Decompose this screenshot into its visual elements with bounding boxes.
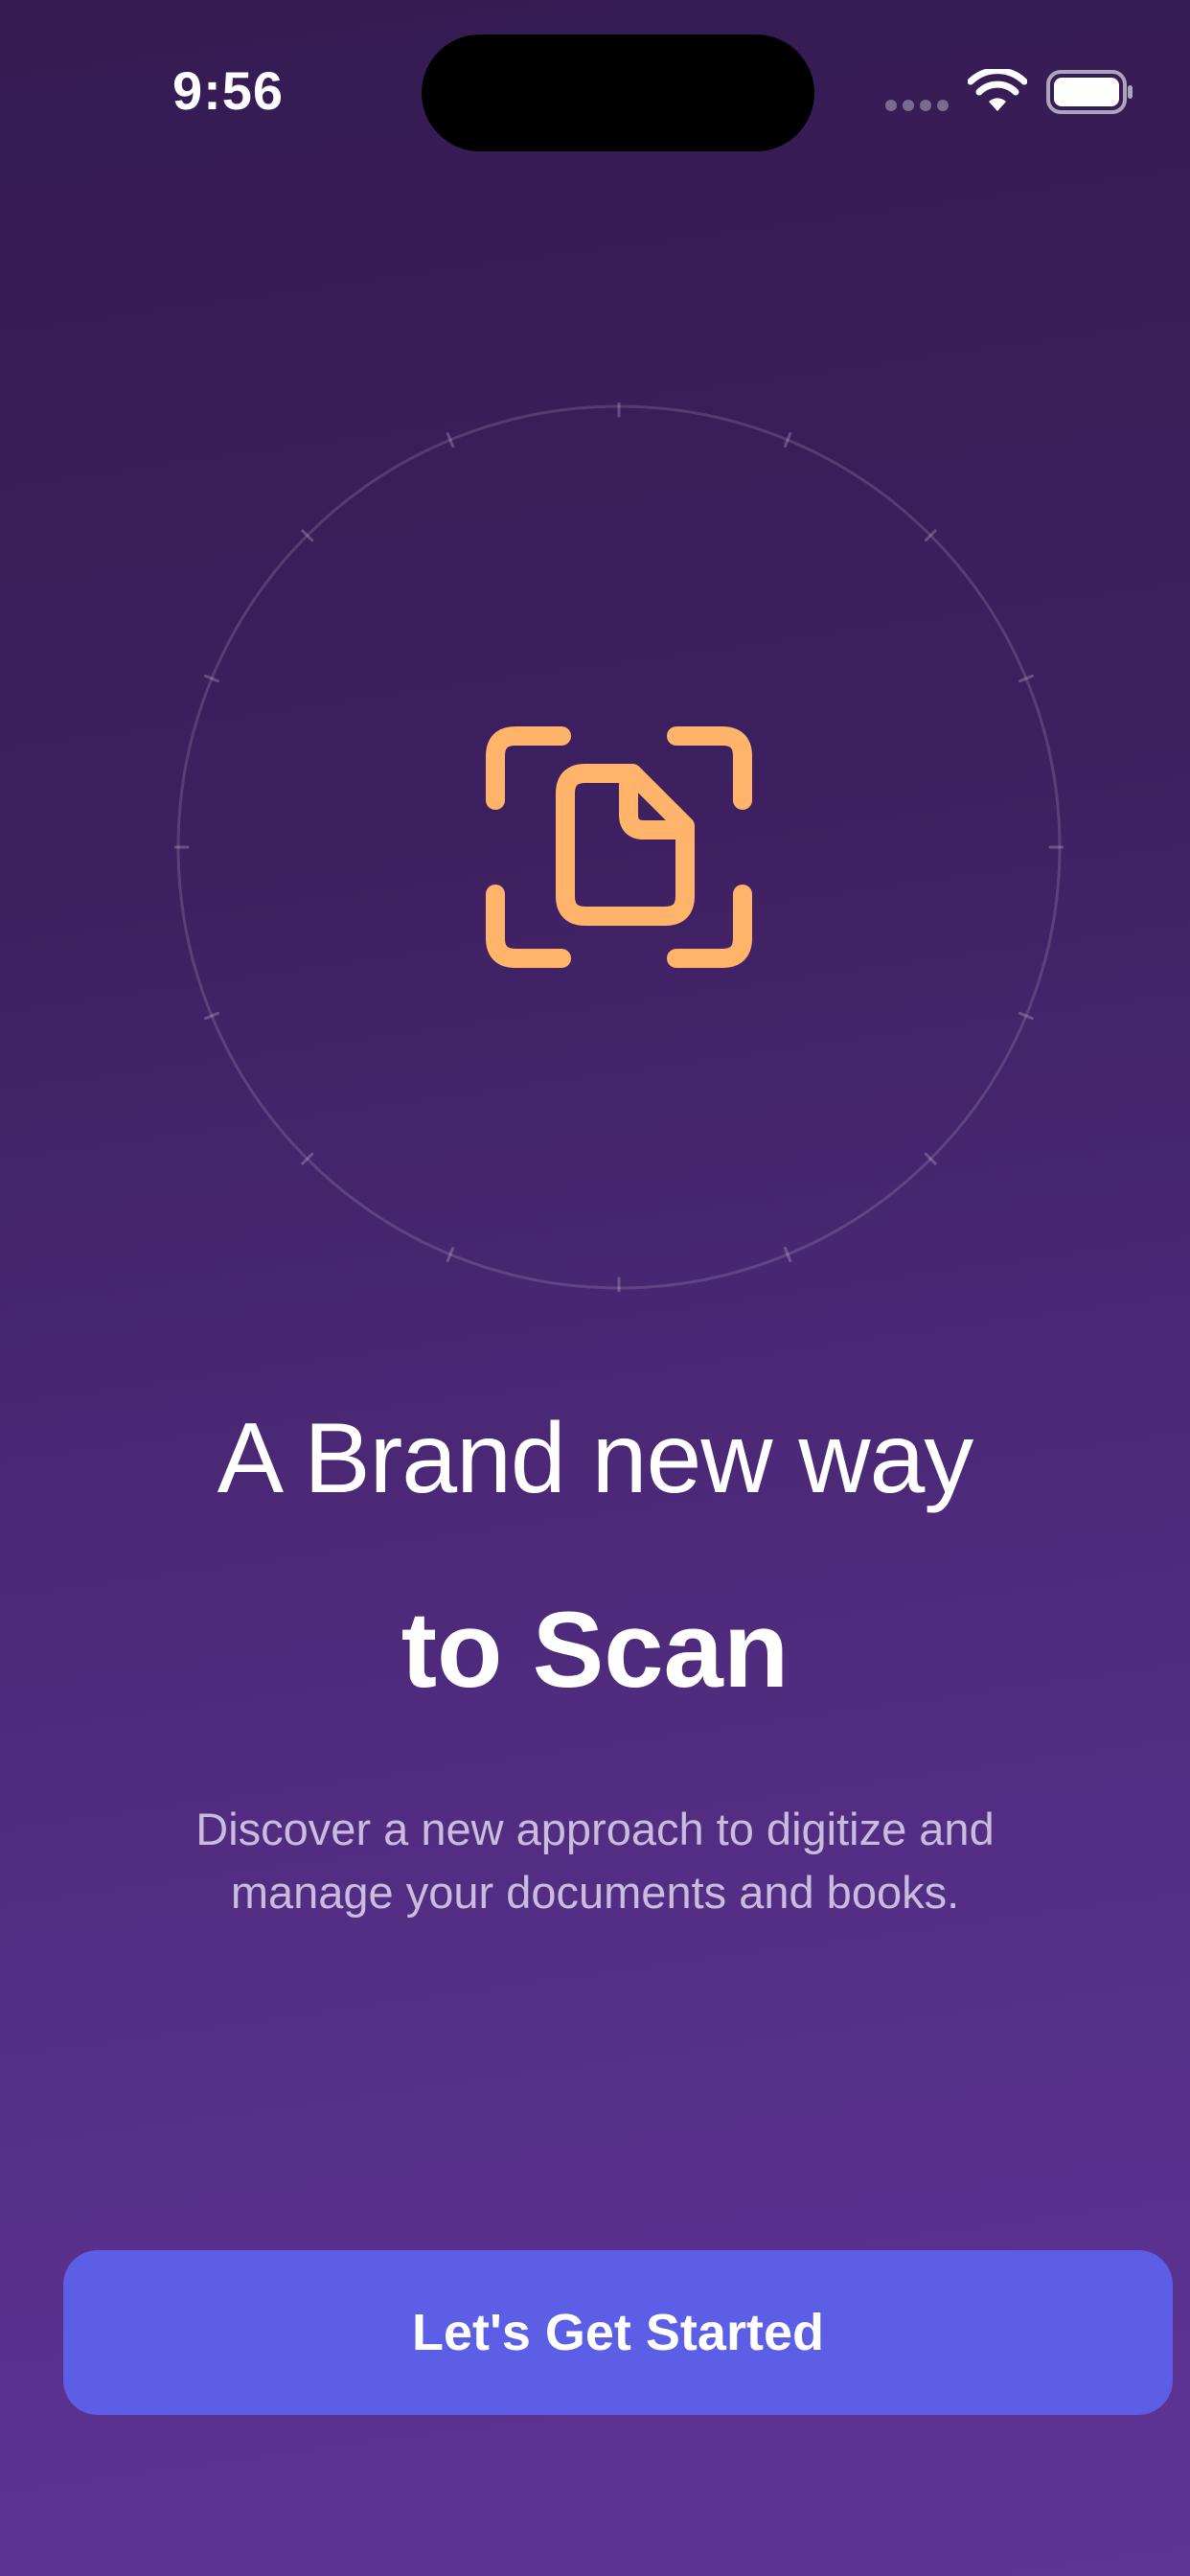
headline-line-2: to Scan (400, 1590, 790, 1710)
dynamic-island (422, 34, 814, 151)
hero-illustration (174, 402, 1064, 1292)
subtitle: Discover a new approach to digitize and … (195, 1804, 995, 1918)
wifi-icon (967, 67, 1028, 113)
document-scan-icon (486, 726, 752, 968)
scan-dial (174, 402, 1064, 1292)
status-time: 9:56 (172, 60, 285, 121)
battery-icon (1046, 69, 1134, 115)
get-started-button[interactable]: Let's Get Started (63, 2250, 1173, 2415)
onboarding-screen: 9:56 A Brand new way to Scan Discover a … (0, 0, 1190, 2576)
headline-line-1: A Brand new way (217, 1403, 974, 1514)
cellular-signal-icon (885, 100, 949, 111)
